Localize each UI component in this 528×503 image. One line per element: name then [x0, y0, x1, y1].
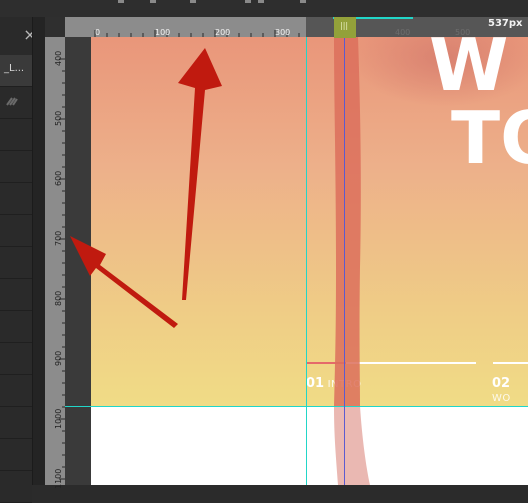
arrow-up-icon: [178, 48, 222, 300]
annotation-arrows: [70, 48, 222, 328]
arrow-left-icon: [70, 236, 178, 328]
